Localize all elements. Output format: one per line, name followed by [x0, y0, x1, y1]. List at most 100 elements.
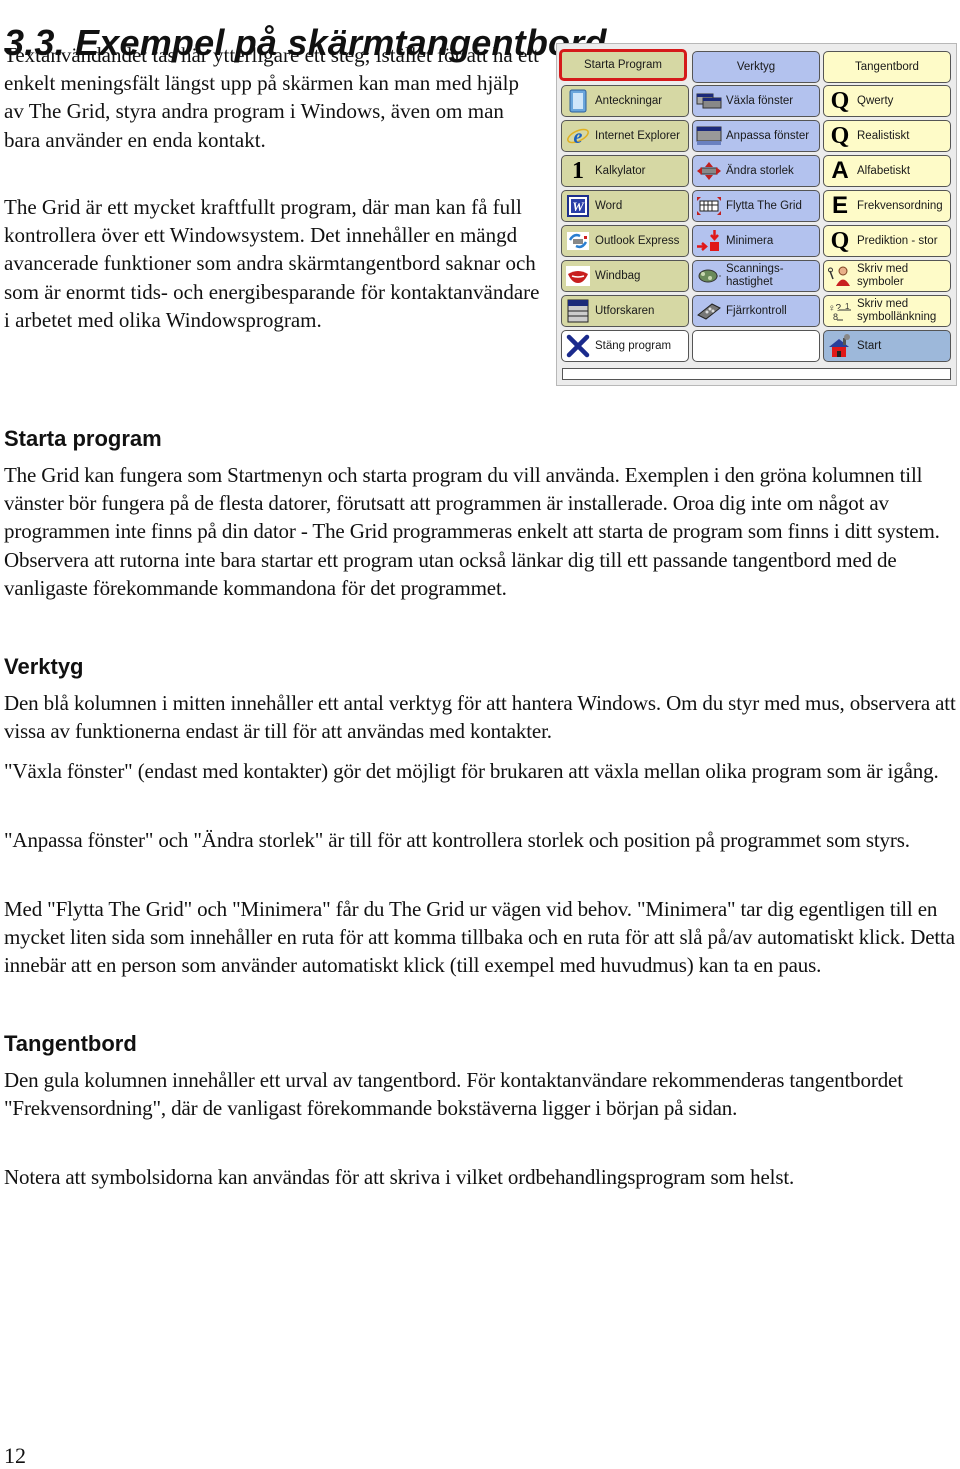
- icon-glyph: Q: [830, 228, 850, 254]
- cell-label: Flytta The Grid: [726, 199, 802, 212]
- grid-cell-empty[interactable]: [692, 330, 820, 362]
- cell-label: Minimera: [726, 234, 774, 247]
- cell-label-line-1: Skriv med: [857, 263, 909, 275]
- cell-label: Fjärrkontroll: [726, 304, 787, 317]
- cell-label: Word: [595, 199, 623, 212]
- message-bar[interactable]: [562, 368, 951, 380]
- grid-cell-andra-storlek[interactable]: Ändra storlek: [692, 155, 820, 187]
- grid-cell-flytta-the-grid[interactable]: Flytta The Grid: [692, 190, 820, 222]
- icon-glyph: Q: [830, 123, 850, 149]
- number-one-icon: 1: [565, 158, 591, 184]
- home-icon: [827, 333, 853, 359]
- cell-label: Verktyg: [736, 60, 776, 73]
- letter-q-icon: Q: [827, 228, 853, 254]
- paragraph-starta-program: The Grid kan fungera som Startmenyn och …: [4, 463, 940, 600]
- grid-cell-anpassa-fonster[interactable]: Anpassa fönster: [692, 120, 820, 152]
- the-grid-screenshot: Starta Program Anteckningar e Internet E…: [556, 43, 957, 386]
- heading-tangentbord: Tangentbord: [4, 1031, 137, 1056]
- paragraph-tangentbord-1: Den gula kolumnen innehåller ett urval a…: [4, 1068, 903, 1121]
- cell-label: Internet Explorer: [595, 129, 681, 142]
- adjust-window-icon: [696, 123, 722, 149]
- grid-cell-alfabetiskt[interactable]: A Alfabetiskt: [823, 155, 951, 187]
- grid-cell-utforskaren[interactable]: Utforskaren: [561, 295, 689, 327]
- cell-label-line-2: hastighet: [726, 276, 773, 288]
- cell-label: Utforskaren: [595, 304, 655, 317]
- grid-cell-stang-program[interactable]: Stäng program: [561, 330, 689, 362]
- cell-label-line-2: symboler: [857, 276, 904, 288]
- cell-label-line-2: symbollänkning: [857, 311, 937, 323]
- internet-explorer-icon: e: [565, 123, 591, 149]
- resize-icon: [696, 158, 722, 184]
- remote-control-icon: [696, 298, 722, 324]
- cell-label: Skriv med symboler: [857, 263, 908, 289]
- cell-label: Skriv med symbollänkning: [857, 298, 936, 324]
- grid-cell-skriv-med-symbollankning[interactable]: ♀? 1 8 Skriv med symbollänkning: [823, 295, 951, 327]
- notepad-icon: [565, 88, 591, 114]
- grid-cell-word[interactable]: W Word: [561, 190, 689, 222]
- cell-label-line-1: Skriv med: [857, 298, 909, 310]
- grid-cell-realistiskt[interactable]: Q Realistiskt: [823, 120, 951, 152]
- grid-cell-windbag[interactable]: Windbag: [561, 260, 689, 292]
- grid-cell-frekvensordning[interactable]: E Frekvensordning: [823, 190, 951, 222]
- cell-label: Ändra storlek: [726, 164, 794, 177]
- cell-label: Starta Program: [584, 58, 662, 71]
- cell-label: Kalkylator: [595, 164, 646, 177]
- grid-cell-minimera[interactable]: Minimera: [692, 225, 820, 257]
- cell-label: Start: [857, 339, 882, 352]
- cell-label: Realistiskt: [857, 129, 910, 142]
- cell-label-line-1: Scannings-: [726, 263, 784, 275]
- grid-cell-fjarrkontroll[interactable]: Fjärrkontroll: [692, 295, 820, 327]
- icon-glyph: 1: [572, 158, 584, 184]
- grid-cell-kalkylator[interactable]: 1 Kalkylator: [561, 155, 689, 187]
- page-number: 12: [4, 1443, 26, 1468]
- cell-label: Tangentbord: [855, 60, 919, 73]
- grid-cell-start[interactable]: Start: [823, 330, 951, 362]
- svg-text:e: e: [574, 126, 583, 148]
- paragraph-verktyg-2: "Växla fönster" (endast med kontakter) g…: [4, 759, 939, 783]
- heading-starta-program: Starta program: [4, 426, 162, 451]
- grid-header-starta-program[interactable]: Starta Program: [559, 49, 687, 81]
- grid-cell-outlook-express[interactable]: Outlook Express: [561, 225, 689, 257]
- cell-label: Prediktion - stor: [857, 234, 938, 247]
- grid-cell-qwerty[interactable]: Q Qwerty: [823, 85, 951, 117]
- heading-verktyg: Verktyg: [4, 654, 84, 679]
- grid-cell-scanningshastighet[interactable]: Scannings-hastighet: [692, 260, 820, 292]
- svg-text:W: W: [572, 199, 585, 214]
- minimize-icon: [696, 228, 722, 254]
- explorer-icon: [565, 298, 591, 324]
- intro-paragraph-1: Textanvändandet tas här ytterligare ett …: [4, 43, 539, 152]
- grid-cell-anteckningar[interactable]: Anteckningar: [561, 85, 689, 117]
- lips-icon: [565, 263, 591, 289]
- letter-q-icon: Q: [827, 123, 853, 149]
- cell-label: Växla fönster: [726, 94, 794, 107]
- grid-cell-internet-explorer[interactable]: e Internet Explorer: [561, 120, 689, 152]
- cell-label: Outlook Express: [595, 234, 680, 247]
- cell-label: Anteckningar: [595, 94, 663, 107]
- scanning-speed-icon: [696, 263, 722, 289]
- symbol-link-icon: ♀? 1 8: [827, 298, 853, 324]
- paragraph-tangentbord-2: Notera att symbolsidorna kan användas fö…: [4, 1165, 795, 1189]
- grid-header-verktyg[interactable]: Verktyg: [692, 51, 820, 83]
- letter-a-icon: A: [827, 158, 853, 184]
- cell-label: Frekvensordning: [857, 199, 943, 212]
- grid-cell-vaxla-fonster[interactable]: Växla fönster: [692, 85, 820, 117]
- grid-cell-prediktion-stor[interactable]: Q Prediktion - stor: [823, 225, 951, 257]
- outlook-express-icon: [565, 228, 591, 254]
- grid-header-tangentbord[interactable]: Tangentbord: [823, 51, 951, 83]
- cell-label: Alfabetiskt: [857, 164, 911, 177]
- grid-cell-skriv-med-symboler[interactable]: Skriv med symboler: [823, 260, 951, 292]
- intro-paragraph-2: The Grid är ett mycket kraftfullt progra…: [4, 195, 540, 332]
- cell-label: Stäng program: [595, 339, 672, 352]
- cell-label: Windbag: [595, 269, 641, 282]
- symbol-person-icon: [827, 263, 853, 289]
- paragraph-verktyg-4: Med "Flytta The Grid" och "Minimera" får…: [4, 897, 955, 978]
- word-icon: W: [565, 193, 591, 219]
- icon-glyph: Q: [830, 88, 850, 114]
- cell-label: Scannings-hastighet: [726, 263, 784, 289]
- cell-label: Qwerty: [857, 94, 894, 107]
- cell-label: Anpassa fönster: [726, 129, 810, 142]
- switch-windows-icon: [696, 88, 722, 114]
- letter-e-icon: E: [827, 193, 853, 219]
- icon-glyph: E: [831, 192, 848, 219]
- letter-q-icon: Q: [827, 88, 853, 114]
